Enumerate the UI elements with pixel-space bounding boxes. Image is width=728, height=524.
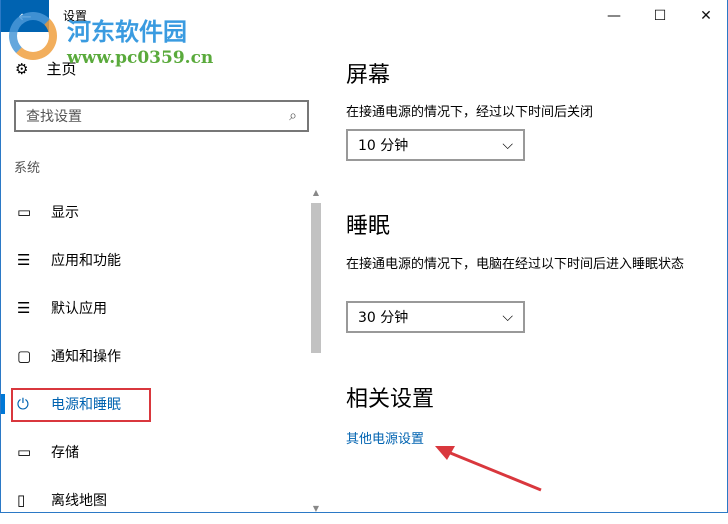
screen-desc: 在接通电源的情况下，经过以下时间后关闭: [346, 105, 594, 120]
sidebar-item-default-apps[interactable]: ☰ 默认应用: [1, 284, 306, 332]
item-label: 显示: [51, 205, 79, 221]
screen-heading: 屏幕: [346, 63, 391, 88]
item-label: 离线地图: [51, 493, 107, 509]
annotation-arrow-icon: [435, 446, 542, 492]
item-label: 应用和功能: [51, 253, 121, 269]
section-label: 系统: [14, 161, 41, 176]
sidebar-item-storage[interactable]: ▭ 存储: [1, 428, 306, 476]
search-icon: ⌕: [289, 108, 297, 124]
watermark-url: www.pc0359.cn: [67, 48, 214, 68]
default-list-icon: ☰: [17, 299, 31, 317]
minimize-button[interactable]: —: [591, 0, 637, 32]
home-link[interactable]: ⚙ 主页: [15, 58, 76, 79]
monitor-icon: ▭: [17, 203, 32, 221]
back-button[interactable]: ←: [1, 0, 49, 32]
list-icon: ☰: [17, 251, 31, 269]
other-power-settings-link[interactable]: 其他电源设置: [346, 428, 424, 447]
sidebar-item-display[interactable]: ▭ 显示: [1, 188, 306, 236]
sleep-desc: 在接通电源的情况下，电脑在经过以下时间后进入睡眠状态: [346, 257, 685, 272]
chevron-down-icon: ⌵: [502, 137, 513, 153]
dropdown-value: 10 分钟: [358, 138, 409, 154]
message-icon: ▢: [17, 347, 32, 365]
gear-icon: ⚙: [15, 59, 29, 78]
sidebar-item-offline-maps[interactable]: ▯ 离线地图: [1, 476, 306, 524]
sleep-heading: 睡眠: [346, 214, 391, 239]
item-label: 存储: [51, 445, 79, 461]
map-icon: ▯: [17, 491, 26, 509]
item-label: 通知和操作: [51, 349, 121, 365]
sleep-timeout-dropdown[interactable]: 30 分钟 ⌵: [346, 301, 525, 333]
sidebar-item-notifications[interactable]: ▢ 通知和操作: [1, 332, 306, 380]
scroll-down-icon[interactable]: ▼: [310, 504, 322, 513]
dropdown-value: 30 分钟: [358, 310, 409, 326]
sidebar-nav: ▭ 显示 ☰ 应用和功能 ☰ 默认应用 ▢ 通知和操作 ⏻ 电源和睡眠 ▭ 存储 ▯ 离线地图: [1, 188, 306, 524]
window-title: 设置: [63, 9, 88, 23]
close-button[interactable]: ✕: [683, 0, 728, 32]
search-placeholder: 查找设置: [26, 109, 82, 125]
home-label: 主页: [46, 60, 77, 78]
related-heading: 相关设置: [346, 387, 435, 412]
search-input[interactable]: 查找设置 ⌕: [14, 100, 309, 132]
screen-timeout-dropdown[interactable]: 10 分钟 ⌵: [346, 129, 525, 161]
sidebar-scrollbar[interactable]: ▲ ▼: [310, 188, 322, 513]
highlight-box: [11, 388, 151, 422]
sidebar-item-apps[interactable]: ☰ 应用和功能: [1, 236, 306, 284]
back-arrow-icon: ←: [18, 6, 32, 26]
drive-icon: ▭: [17, 443, 32, 461]
maximize-button[interactable]: ☐: [637, 0, 683, 32]
settings-window: ← 设置 — ☐ ✕ ⚙ 主页 查找设置 ⌕ 系统 ▭ 显示 ☰ 应用和功能 ☰ 默认应用…: [0, 0, 728, 513]
item-label: 默认应用: [51, 301, 107, 317]
chevron-down-icon: ⌵: [502, 309, 513, 325]
scroll-up-icon[interactable]: ▲: [310, 188, 322, 197]
scrollbar-thumb[interactable]: [311, 203, 321, 353]
